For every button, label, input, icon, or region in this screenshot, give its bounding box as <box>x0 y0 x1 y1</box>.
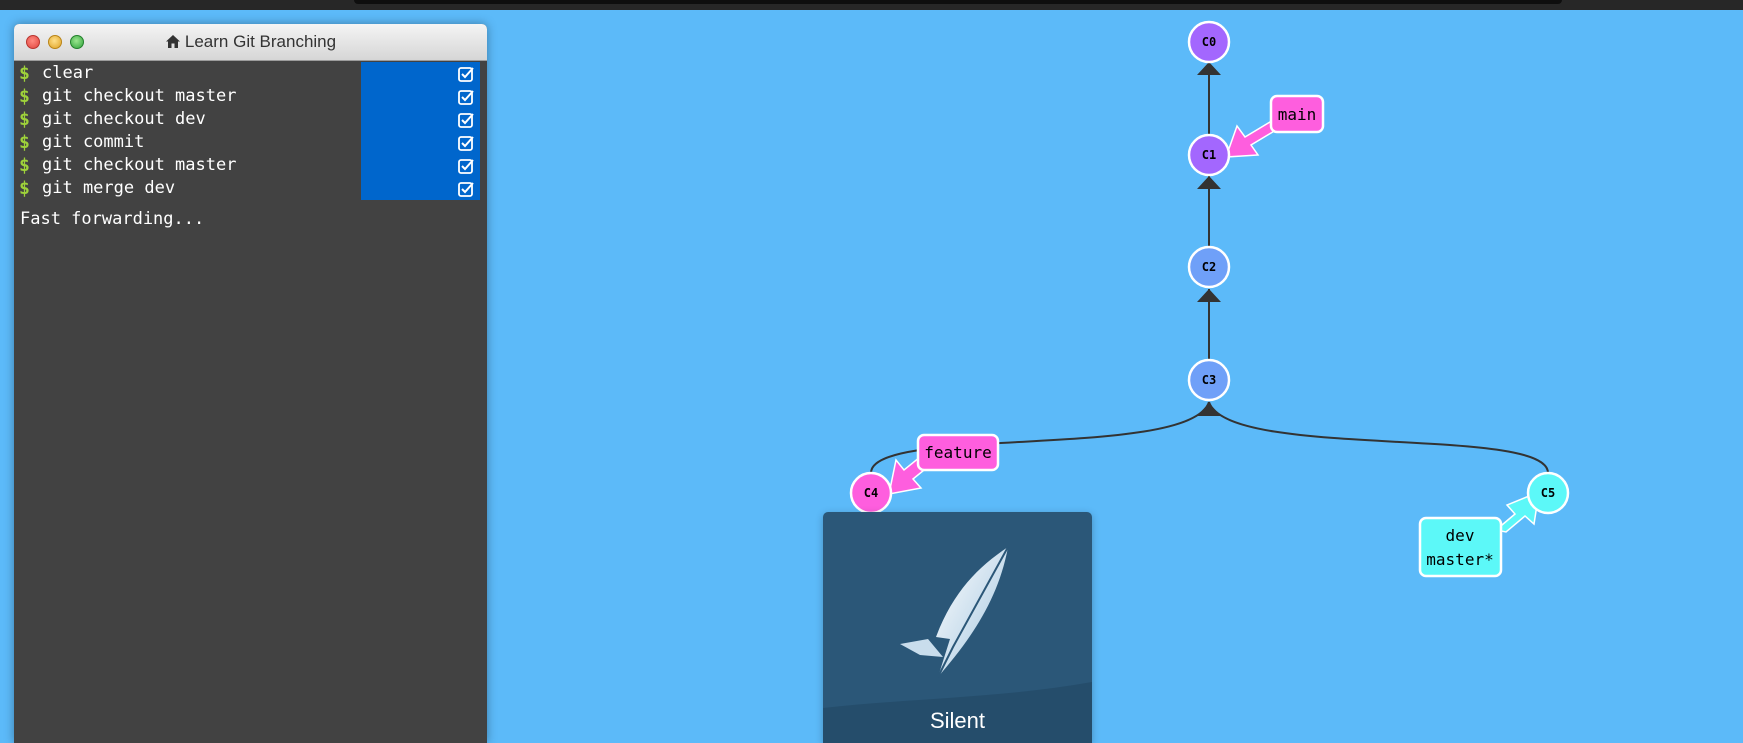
commit-label-c1: C1 <box>1202 148 1216 162</box>
branch-label-feature: feature <box>924 443 991 462</box>
card-app-name: Silent <box>929 708 986 733</box>
edge-arrow-c0 <box>1197 62 1221 75</box>
command-status <box>361 177 480 200</box>
command-status <box>361 62 480 85</box>
prompt-symbol: $ <box>19 109 30 130</box>
commit-label-c5: C5 <box>1541 486 1555 500</box>
checkbox-checked-icon <box>458 67 474 82</box>
checkbox-checked-icon <box>458 159 474 174</box>
command-text: git checkout dev <box>42 109 206 129</box>
command-status <box>361 85 480 108</box>
command-row[interactable]: $ git checkout dev <box>14 108 487 131</box>
command-terminal: Learn Git Branching $ clear $ git checko… <box>14 24 487 743</box>
prompt-symbol: $ <box>19 63 30 84</box>
commit-label-c3: C3 <box>1202 373 1216 387</box>
checkbox-checked-icon <box>458 182 474 197</box>
branch-label-master: master* <box>1426 550 1493 569</box>
edge-arrow-c1 <box>1197 176 1221 189</box>
home-icon <box>165 26 181 62</box>
command-row[interactable]: $ git merge dev <box>14 177 487 200</box>
edge-arrow-c3 <box>1197 403 1221 416</box>
command-output: Fast forwarding... <box>20 209 205 229</box>
prompt-symbol: $ <box>19 86 30 107</box>
command-row[interactable]: $ git checkout master <box>14 154 487 177</box>
commit-label-c0: C0 <box>1202 35 1216 49</box>
branch-label-dev: dev <box>1446 526 1475 545</box>
window-title: Learn Git Branching <box>14 24 487 60</box>
command-status <box>361 131 480 154</box>
feather-logo-icon <box>900 547 1009 678</box>
edge-c5-c3 <box>1208 401 1549 474</box>
command-status <box>361 154 480 177</box>
edge-arrow-c2 <box>1197 289 1221 302</box>
checkbox-checked-icon <box>458 136 474 151</box>
command-text: git checkout master <box>42 86 237 106</box>
command-text: git commit <box>42 132 145 152</box>
command-text: git checkout master <box>42 155 237 175</box>
command-row[interactable]: $ git checkout master <box>14 85 487 108</box>
commit-label-c4: C4 <box>864 486 878 500</box>
commit-label-c2: C2 <box>1202 260 1216 274</box>
command-text: git merge dev <box>42 178 176 198</box>
prompt-symbol: $ <box>19 132 30 153</box>
terminal-titlebar: Learn Git Branching <box>14 24 487 61</box>
command-row[interactable]: $ git commit <box>14 131 487 154</box>
window-title-text: Learn Git Branching <box>184 32 337 51</box>
prompt-symbol: $ <box>19 178 30 199</box>
prompt-symbol: $ <box>19 155 30 176</box>
command-status <box>361 108 480 131</box>
command-history: $ clear $ git checkout master $ git chec… <box>14 62 487 200</box>
checkbox-checked-icon <box>458 113 474 128</box>
command-text: clear <box>42 63 94 83</box>
branch-label-main: main <box>1278 105 1317 124</box>
silent-app-card[interactable]: Silent <box>823 512 1092 743</box>
command-row[interactable]: $ clear <box>14 62 487 85</box>
checkbox-checked-icon <box>458 90 474 105</box>
